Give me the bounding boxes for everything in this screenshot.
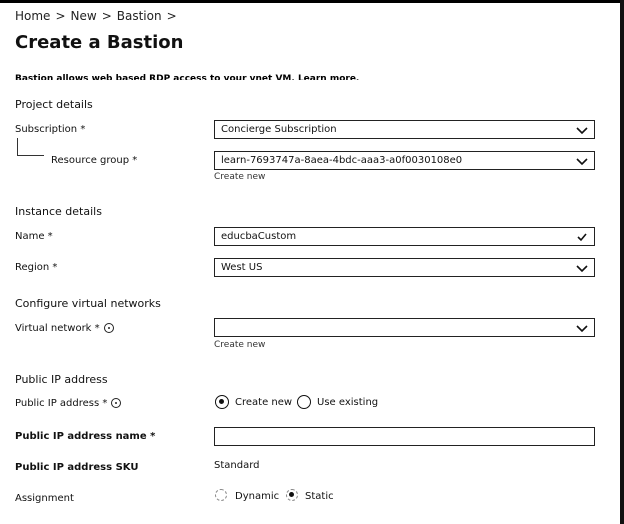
public-ip-name-label: Public IP address name *: [15, 431, 156, 442]
tree-connector: [17, 155, 44, 156]
chevron-down-icon: [576, 325, 588, 333]
public-ip-sku-label: Public IP address SKU: [15, 462, 139, 473]
create-new-radio-label[interactable]: Create new: [235, 397, 292, 408]
top-border: [0, 0, 624, 3]
name-label: Name *: [15, 231, 53, 242]
checkmark-icon: [577, 233, 587, 242]
public-ip-label: Public IP address *: [15, 398, 108, 409]
breadcrumb-separator: >: [55, 9, 66, 23]
create-new-radio[interactable]: [215, 395, 229, 409]
chevron-down-icon: [576, 158, 588, 166]
project-details-heading: Project details: [15, 98, 93, 111]
breadcrumb-new[interactable]: New: [71, 9, 97, 23]
assignment-label: Assignment: [15, 493, 74, 504]
breadcrumb-home[interactable]: Home: [15, 9, 50, 23]
resource-group-label: Resource group *: [51, 155, 138, 166]
intro-text: Bastion allows web based RDP access to y…: [15, 74, 360, 80]
breadcrumb-separator: >: [166, 9, 177, 23]
page-title: Create a Bastion: [15, 32, 184, 53]
region-value: West US: [221, 262, 263, 273]
use-existing-radio-label[interactable]: Use existing: [317, 397, 378, 408]
public-ip-heading: Public IP address: [15, 373, 108, 386]
create-new-resource-group-link[interactable]: Create new: [214, 172, 265, 182]
chevron-down-icon: [576, 127, 588, 135]
public-ip-name-input[interactable]: [214, 427, 595, 446]
breadcrumb: Home > New > Bastion >: [15, 9, 182, 23]
region-select[interactable]: West US: [214, 258, 595, 277]
dynamic-radio-label[interactable]: Dynamic: [235, 491, 279, 502]
subscription-label: Subscription *: [15, 124, 86, 135]
create-new-vnet-link[interactable]: Create new: [214, 340, 265, 350]
resource-group-value: learn-7693747a-8aea-4bdc-aaa3-a0f0030108…: [221, 155, 463, 166]
subscription-value: Concierge Subscription: [221, 124, 337, 135]
instance-details-heading: Instance details: [15, 205, 102, 218]
breadcrumb-bastion[interactable]: Bastion: [117, 9, 162, 23]
static-radio[interactable]: [286, 489, 298, 501]
tree-connector: [17, 138, 18, 155]
virtual-networks-heading: Configure virtual networks: [15, 297, 161, 310]
info-icon[interactable]: [111, 398, 122, 408]
info-icon[interactable]: [103, 323, 114, 333]
public-ip-sku-value: Standard: [214, 460, 260, 471]
breadcrumb-separator: >: [101, 9, 112, 23]
name-input[interactable]: educbaCustom: [214, 227, 595, 246]
subscription-select[interactable]: Concierge Subscription: [214, 120, 595, 139]
static-radio-label[interactable]: Static: [305, 491, 334, 502]
use-existing-radio[interactable]: [297, 395, 311, 409]
right-scroll-edge: [620, 0, 624, 524]
chevron-down-icon: [576, 265, 588, 273]
name-value: educbaCustom: [221, 231, 297, 242]
virtual-network-select[interactable]: [214, 318, 595, 337]
region-label: Region *: [15, 262, 58, 273]
virtual-network-label: Virtual network *: [15, 323, 100, 334]
public-ip-label-row: Public IP address *: [15, 398, 122, 409]
dynamic-radio[interactable]: [215, 489, 227, 501]
virtual-network-label-row: Virtual network *: [15, 323, 114, 334]
resource-group-select[interactable]: learn-7693747a-8aea-4bdc-aaa3-a0f0030108…: [214, 151, 595, 170]
